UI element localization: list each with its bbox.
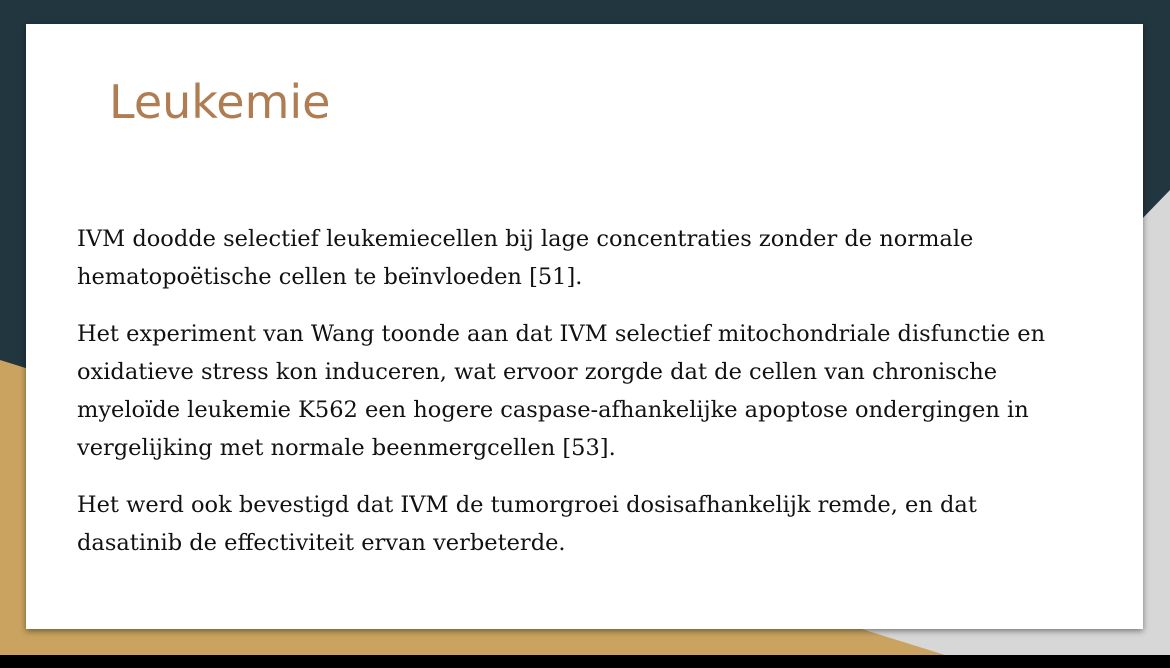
body-paragraph: Het werd ook bevestigd dat IVM de tumorg… — [77, 492, 977, 556]
bottom-bar — [0, 655, 1170, 668]
slide-body: IVM doodde selectief leukemiecellen bij … — [77, 220, 1077, 581]
slide-card: Leukemie IVM doodde selectief leukemiece… — [26, 24, 1143, 629]
body-paragraph: IVM doodde selectief leukemiecellen bij … — [77, 226, 974, 290]
body-paragraph: Het experiment van Wang toonde aan dat I… — [77, 321, 1046, 461]
slide-stage: Leukemie IVM doodde selectief leukemiece… — [0, 0, 1170, 655]
slide-title: Leukemie — [109, 75, 331, 129]
